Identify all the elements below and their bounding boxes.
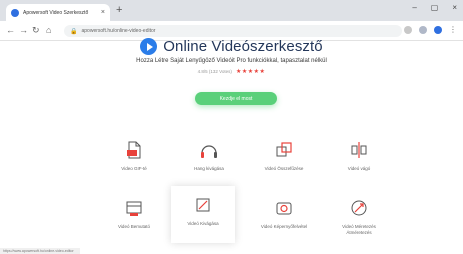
gif-file-icon (127, 141, 141, 159)
tool-label: Videó Képernyőfelvétel (260, 224, 308, 229)
tool-grid: Video GIF-té Hang kivágása Videó Összefű… (102, 131, 392, 245)
tool-label: Videó Bemutató (118, 224, 150, 229)
minimize-button[interactable]: – (412, 3, 416, 12)
back-icon[interactable]: ← (6, 25, 15, 36)
extension-icon[interactable] (419, 25, 427, 34)
status-bar: https://www.apowersoft.hu/online-video-e… (0, 248, 80, 254)
start-button[interactable]: Kezdje el most (195, 92, 277, 105)
title-text: Online Videószerkesztő (163, 38, 323, 55)
rating-text: 4.8/5 (132 Votes) (197, 69, 232, 74)
camera-icon (276, 202, 292, 215)
forward-icon[interactable]: → (19, 25, 28, 36)
play-logo-icon (140, 38, 158, 55)
tool-label: Videó vágó (347, 166, 371, 171)
tab-close-icon[interactable]: × (101, 9, 105, 16)
headphones-icon (201, 145, 217, 158)
close-window-button[interactable]: × (452, 3, 457, 12)
tab-strip: Apowersoft Video Szerkesztő × + – ▢ × (0, 0, 463, 21)
tool-video-split[interactable]: Videó vágó (327, 131, 391, 188)
tool-screen-record[interactable]: Videó Képernyőfelvétel (252, 189, 316, 246)
subtitle: Hozza Létre Saját Lenyűgöző Videóit Pro … (136, 58, 327, 64)
bookmark-star-icon[interactable] (404, 25, 412, 34)
tool-video-resize[interactable]: Videó Méretezés Átméretezés (327, 189, 391, 246)
home-icon[interactable]: ⌂ (46, 25, 51, 36)
favicon-icon (11, 8, 19, 17)
tool-label: Videó Kivágása (187, 221, 219, 226)
url-text[interactable]: apowersoft.hu/online-video-editor (81, 28, 155, 34)
tool-video-merge[interactable]: Videó Összefűzése (252, 131, 316, 188)
maximize-button[interactable]: ▢ (431, 3, 439, 12)
tool-video-presentation[interactable]: Videó Bemutató (102, 189, 166, 246)
tool-audio-cut[interactable]: Hang kivágása (177, 131, 241, 188)
address-bar[interactable]: 🔒 apowersoft.hu/online-video-editor (64, 25, 402, 37)
window-controls: – ▢ × (412, 3, 457, 12)
resize-icon (351, 200, 367, 216)
toolbar-icons: ⋮ (404, 25, 457, 34)
tool-label: Video GIF-té (121, 166, 147, 171)
profile-avatar-icon[interactable] (434, 25, 442, 34)
tool-label: Hang kivágása (194, 166, 224, 171)
star-rating-icon[interactable]: ★★★★★ (236, 68, 265, 75)
tool-video-to-gif[interactable]: Video GIF-té (102, 131, 166, 188)
tool-label: Videó Összefűzése (264, 166, 304, 171)
tool-video-crop[interactable]: Videó Kivágása (171, 186, 235, 243)
split-icon (351, 142, 367, 158)
rating: 4.8/5 (132 Votes) ★★★★★ (0, 68, 463, 75)
lock-icon: 🔒 (70, 28, 78, 35)
tab-title: Apowersoft Video Szerkesztő (23, 9, 89, 16)
merge-icon (276, 142, 292, 157)
tool-label: Videó Méretezés Átméretezés (342, 224, 376, 235)
crop-icon (196, 198, 210, 212)
page-title: Online Videószerkesztő (0, 38, 463, 55)
new-tab-button[interactable]: + (116, 4, 122, 16)
reload-icon[interactable]: ↻ (32, 25, 40, 36)
film-icon (126, 201, 142, 216)
browser-tab[interactable]: Apowersoft Video Szerkesztő × (6, 4, 110, 21)
menu-icon[interactable]: ⋮ (449, 25, 457, 34)
